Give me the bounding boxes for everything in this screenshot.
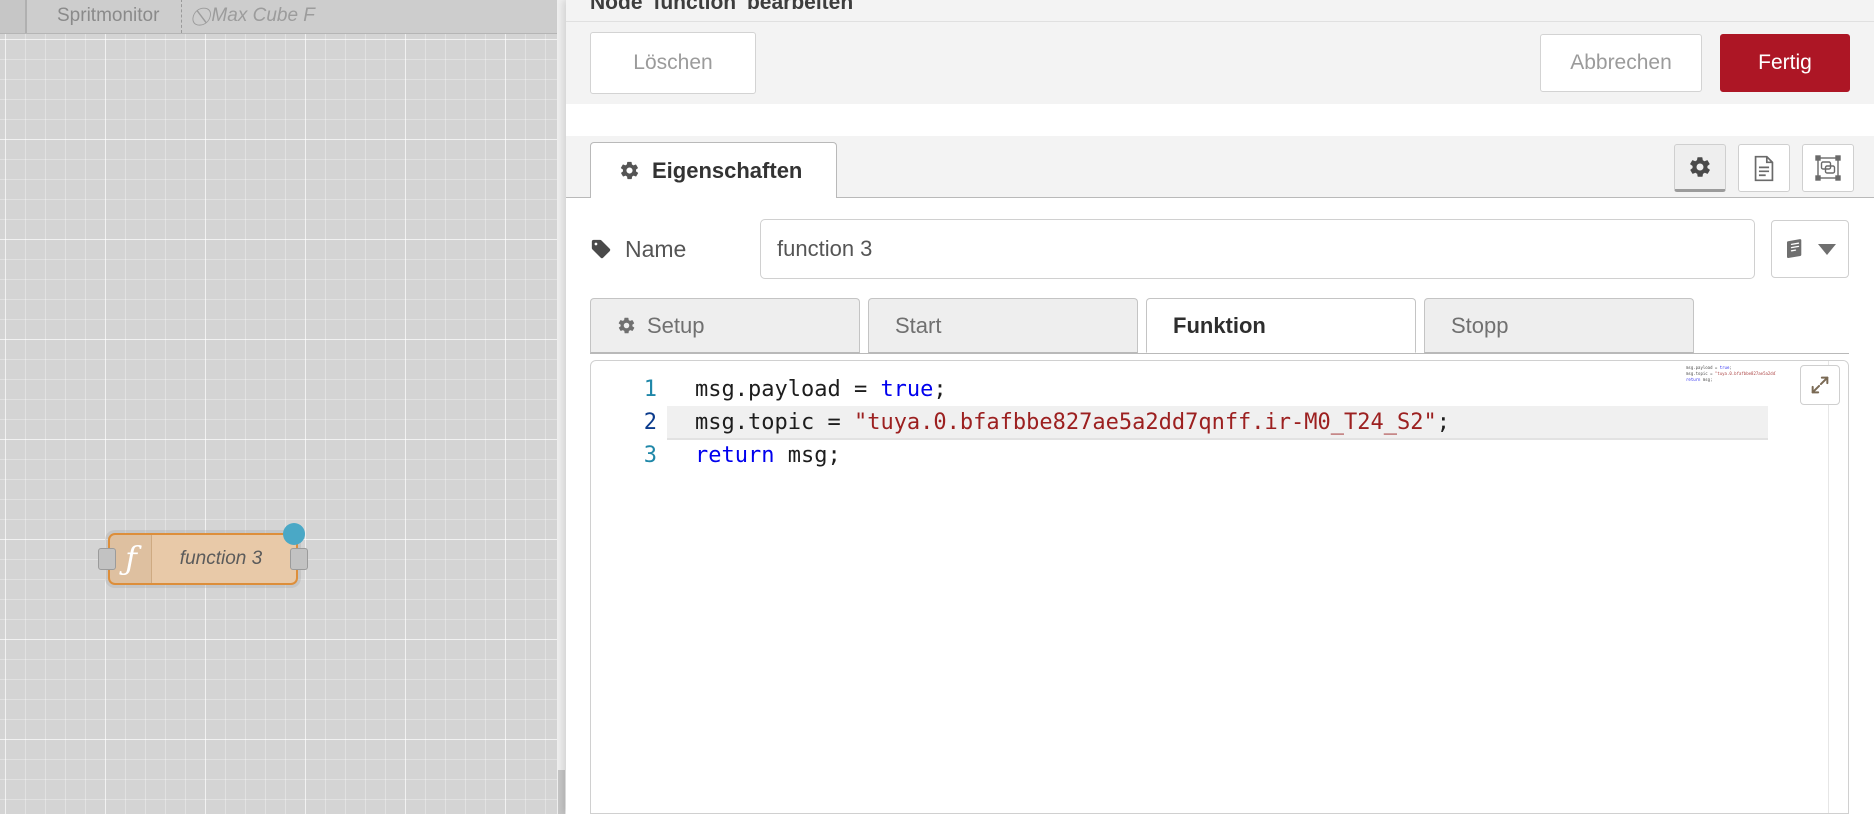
name-row: Name <box>566 218 1874 280</box>
expand-arrows-icon <box>1809 374 1831 396</box>
code-lines-container[interactable]: 1 msg.payload = true; 2 msg.topic = "tuya.0… <box>591 373 1848 472</box>
name-input[interactable] <box>760 219 1755 279</box>
code-editor[interactable]: 1 msg.payload = true; 2 msg.topic = "tuya.0… <box>590 360 1849 814</box>
node-input-port[interactable] <box>98 548 116 570</box>
code-line[interactable]: 3 return msg; <box>591 439 1848 472</box>
gear-icon-button[interactable] <box>1674 144 1726 192</box>
gear-icon <box>619 160 640 181</box>
svg-text:ƒ: ƒ <box>119 541 142 577</box>
flow-node-label: function 3 <box>179 548 263 569</box>
code-token-keyword: true <box>880 377 934 402</box>
tab-setup[interactable]: Setup <box>590 298 860 353</box>
code-line-text[interactable]: msg.topic = "tuya.0.bfafbbe827ae5a2dd7qn… <box>667 406 1768 439</box>
description-icon-button[interactable] <box>1738 144 1790 192</box>
flow-tab-bar-left-stub <box>0 0 26 33</box>
function-tab-group: Setup Start Funktion Stopp <box>590 298 1849 354</box>
dialog-titlebar: Node 'function' bearbeiten <box>566 0 1874 22</box>
tag-icon <box>590 238 612 260</box>
tab-stopp[interactable]: Stopp <box>1424 298 1694 353</box>
cancel-button[interactable]: Abbrechen <box>1540 34 1702 92</box>
code-token-plain: msg.topic = <box>695 410 854 435</box>
flow-canvas[interactable]: Spritmonitor ⃠ Max Cube F ƒ function 3 <box>0 0 566 814</box>
code-line-text[interactable]: msg.payload = true; <box>667 373 1768 406</box>
library-dropdown-button[interactable] <box>1771 220 1849 278</box>
app-root: Spritmonitor ⃠ Max Cube F ƒ function 3 <box>0 0 1874 814</box>
node-edit-dialog: Node 'function' bearbeiten Löschen Abbre… <box>566 0 1874 814</box>
appearance-icon <box>1815 155 1841 181</box>
minimap-line: return msg; <box>1686 377 1713 382</box>
code-line-number: 1 <box>643 377 657 402</box>
function-f-icon: ƒ <box>110 535 152 583</box>
tab-funktion[interactable]: Funktion <box>1146 298 1416 353</box>
tab-label: Eigenschaften <box>652 157 803 183</box>
gear-icon <box>1688 155 1712 179</box>
expand-editor-button[interactable] <box>1800 365 1840 405</box>
chevron-down-icon <box>1817 243 1836 255</box>
node-status-dot <box>283 523 305 545</box>
code-minimap[interactable]: msg.payload = true; msg.topic = "tuya.0.b… <box>1686 365 1776 403</box>
node-output-port[interactable] <box>290 548 308 570</box>
code-line[interactable]: 1 msg.payload = true; <box>591 373 1848 406</box>
canvas-scrollbar-track[interactable] <box>557 0 566 814</box>
delete-button[interactable]: Löschen <box>590 32 756 94</box>
tab-start[interactable]: Start <box>868 298 1138 353</box>
tab-eigenschaften[interactable]: Eigenschaften <box>590 142 838 199</box>
flow-tab-spritmonitor[interactable]: Spritmonitor <box>27 0 182 33</box>
code-token-plain: ; <box>933 377 947 402</box>
dialog-action-bar: Löschen Abbrechen Fertig <box>566 22 1874 104</box>
book-icon <box>1785 238 1811 260</box>
tab-label: Funktion <box>1173 312 1266 338</box>
code-token-keyword: return <box>695 443 775 468</box>
done-button[interactable]: Fertig <box>1720 34 1850 92</box>
dialog-form-area: Name function 3 Setup Start Funktion Sto… <box>566 198 1874 814</box>
gear-icon <box>617 316 636 335</box>
tab-label: Stopp <box>1451 312 1509 338</box>
appearance-icon-button[interactable] <box>1802 144 1854 192</box>
dialog-title: Node 'function' bearbeiten <box>590 0 854 14</box>
flow-tab-label: Max Cube F <box>211 5 315 26</box>
code-token-plain: ; <box>1436 410 1450 435</box>
code-token-plain: msg.payload = <box>695 377 881 402</box>
flow-tab-label: Spritmonitor <box>57 5 160 26</box>
code-token-string: "tuya.0.bfafbbe827ae5a2dd7qnff.ir-M0_T24… <box>853 410 1437 435</box>
tab-label: Start <box>895 312 942 338</box>
description-icon <box>1752 155 1776 182</box>
flow-tab-bar[interactable]: Spritmonitor ⃠ Max Cube F <box>0 0 566 34</box>
code-line-number: 2 <box>643 410 657 435</box>
code-line[interactable]: 2 msg.topic = "tuya.0.bfafbbe827ae5a2dd7q… <box>591 406 1848 439</box>
flow-tab-max-cube[interactable]: ⃠ Max Cube F <box>182 0 337 33</box>
tab-label: Setup <box>647 312 705 338</box>
dialog-tab-strip: Eigenschaften <box>566 136 1874 199</box>
code-token-plain: msg; <box>774 443 841 468</box>
name-label-text: Name <box>625 235 687 262</box>
code-line-text[interactable]: return msg; <box>667 439 1768 472</box>
flow-node-function-3[interactable]: ƒ function 3 <box>98 523 308 585</box>
canvas-scrollbar-thumb[interactable] <box>558 770 565 814</box>
name-label: Name <box>590 236 760 263</box>
code-line-number: 3 <box>643 443 657 468</box>
dialog-view-toggle-group <box>1674 144 1854 192</box>
